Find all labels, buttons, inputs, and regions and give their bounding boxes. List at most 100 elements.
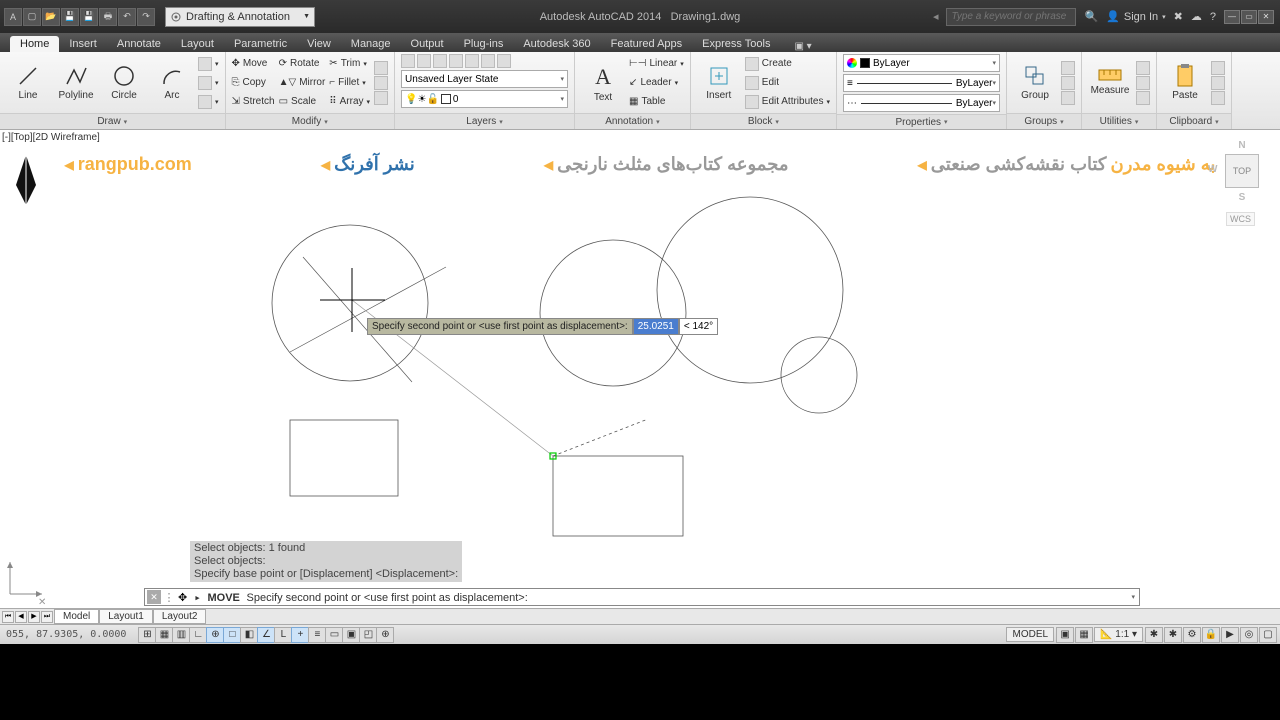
exchange-icon[interactable]: ✖ xyxy=(1174,10,1183,23)
annotation-autoscale-icon[interactable]: ✱ xyxy=(1164,627,1182,643)
tpy-toggle[interactable]: ▭ xyxy=(325,627,343,643)
layer-iso-icon[interactable] xyxy=(417,54,431,68)
drawing-canvas[interactable]: [-][Top][2D Wireframe] ◀rangpub.com ◀نشر… xyxy=(0,130,1280,610)
text-button[interactable]: AText xyxy=(581,55,625,111)
panel-layers-title[interactable]: Layers xyxy=(395,113,574,129)
tab-plugins[interactable]: Plug-ins xyxy=(454,36,514,52)
quickview-drawings-icon[interactable]: ▦ xyxy=(1075,627,1093,643)
move-button[interactable]: ✥Move xyxy=(232,55,275,73)
hardware-accel-icon[interactable]: ▶ xyxy=(1221,627,1239,643)
keyword-search-input[interactable] xyxy=(946,8,1076,26)
qp-toggle[interactable]: ▣ xyxy=(342,627,360,643)
ribbon-toggle-icon[interactable]: ▣ ▾ xyxy=(794,41,811,52)
help-icon[interactable]: ? xyxy=(1210,11,1216,23)
ungroup-icon[interactable] xyxy=(1061,61,1075,75)
leader-button[interactable]: ↙Leader▾ xyxy=(629,74,684,92)
circle-button[interactable]: Circle xyxy=(102,55,146,111)
layer-prop-icon[interactable] xyxy=(401,54,415,68)
cmdline-dropdown-icon[interactable]: ▾ xyxy=(1127,593,1139,601)
panel-modify-title[interactable]: Modify xyxy=(226,113,395,129)
ellipse-icon[interactable] xyxy=(198,95,212,109)
layer-match-icon[interactable] xyxy=(481,54,495,68)
panel-clipboard-title[interactable]: Clipboard xyxy=(1157,113,1231,129)
workspace-switch-icon[interactable]: ⚙ xyxy=(1183,627,1201,643)
mirror-button[interactable]: ▲▽Mirror xyxy=(279,74,326,92)
tab-parametric[interactable]: Parametric xyxy=(224,36,297,52)
dyn-toggle[interactable]: + xyxy=(291,627,309,643)
infer-constraints-toggle[interactable]: ⊞ xyxy=(138,627,156,643)
array-button[interactable]: ⠿Array▾ xyxy=(329,93,370,111)
layer-current-dropdown[interactable]: 💡 ☀ 🔓 0▾ xyxy=(401,90,568,108)
trim-button[interactable]: ✂Trim▾ xyxy=(329,55,370,73)
grid-toggle[interactable]: ▥ xyxy=(172,627,190,643)
new-icon[interactable]: ▢ xyxy=(23,8,41,26)
polyline-button[interactable]: Polyline xyxy=(54,55,98,111)
toolbar-lock-icon[interactable]: 🔒 xyxy=(1202,627,1220,643)
group-select-icon[interactable] xyxy=(1061,91,1075,105)
tab-scroll-left-icon[interactable]: ◀ xyxy=(15,611,27,623)
linetype-dropdown[interactable]: ⋯ByLayer▾ xyxy=(843,94,1000,112)
sc-toggle[interactable]: ◰ xyxy=(359,627,377,643)
print-icon[interactable]: 🖶 xyxy=(99,8,117,26)
tab-layout1[interactable]: Layout1 xyxy=(99,609,153,624)
layer-off-icon[interactable] xyxy=(449,54,463,68)
copy-clip-icon[interactable] xyxy=(1211,76,1225,90)
tab-output[interactable]: Output xyxy=(401,36,454,52)
ucs-delete-icon[interactable]: ✕ xyxy=(38,597,46,608)
edit-attr-button[interactable]: Edit Attributes▾ xyxy=(745,93,830,111)
group-edit-icon[interactable] xyxy=(1061,76,1075,90)
tab-manage[interactable]: Manage xyxy=(341,36,401,52)
search-icon[interactable]: 🔍 xyxy=(1084,10,1098,23)
tab-layout2[interactable]: Layout2 xyxy=(153,609,207,624)
edit-block-button[interactable]: Edit xyxy=(745,74,830,92)
command-line[interactable]: ✕ ⋮ ✥ ▸ MOVE Specify second point or <us… xyxy=(144,588,1140,606)
rectangle-icon[interactable] xyxy=(198,57,212,71)
select-icon[interactable] xyxy=(1136,61,1150,75)
tab-featured-apps[interactable]: Featured Apps xyxy=(601,36,693,52)
snap-toggle[interactable]: ▦ xyxy=(155,627,173,643)
layer-state-dropdown[interactable]: Unsaved Layer State▾ xyxy=(401,70,568,88)
insert-block-button[interactable]: Insert xyxy=(697,55,741,111)
tab-home[interactable]: Home xyxy=(10,36,59,52)
clean-screen-icon[interactable]: ▢ xyxy=(1259,627,1277,643)
quickview-layouts-icon[interactable]: ▣ xyxy=(1056,627,1074,643)
minimize-button[interactable]: — xyxy=(1224,10,1240,24)
polar-toggle[interactable]: ⊕ xyxy=(206,627,224,643)
close-button[interactable]: ✕ xyxy=(1258,10,1274,24)
dyn-angle-input[interactable]: < 142° xyxy=(679,318,718,335)
tab-model[interactable]: Model xyxy=(54,609,99,624)
layer-lock-icon[interactable] xyxy=(465,54,479,68)
erase-icon[interactable] xyxy=(374,61,388,75)
3dosnap-toggle[interactable]: ◧ xyxy=(240,627,258,643)
tab-scroll-right-icon[interactable]: ▶ xyxy=(28,611,40,623)
annotation-scale-button[interactable]: 📐 1:1 ▾ xyxy=(1094,627,1143,642)
app-menu-icon[interactable]: A xyxy=(4,8,22,26)
copy-button[interactable]: ⎘Copy xyxy=(232,74,275,92)
paste-button[interactable]: Paste xyxy=(1163,55,1207,111)
arc-button[interactable]: Arc xyxy=(150,55,194,111)
maximize-button[interactable]: ▭ xyxy=(1241,10,1257,24)
model-space-button[interactable]: MODEL xyxy=(1006,627,1054,642)
undo-icon[interactable]: ↶ xyxy=(118,8,136,26)
open-icon[interactable]: 📂 xyxy=(42,8,60,26)
rotate-button[interactable]: ⟳Rotate xyxy=(279,55,326,73)
measure-button[interactable]: Measure xyxy=(1088,55,1132,111)
panel-utilities-title[interactable]: Utilities xyxy=(1082,113,1156,129)
lineweight-dropdown[interactable]: ≡ByLayer▾ xyxy=(843,74,1000,92)
saveas-icon[interactable]: 💾 xyxy=(80,8,98,26)
explode-icon[interactable] xyxy=(374,76,388,90)
panel-draw-title[interactable]: Draw xyxy=(0,113,225,129)
cmdline-grip-icon[interactable]: ⋮ xyxy=(163,591,175,604)
redo-icon[interactable]: ↷ xyxy=(137,8,155,26)
tab-scroll-end-icon[interactable]: ⏭ xyxy=(41,611,53,623)
annotation-visibility-icon[interactable]: ✱ xyxy=(1145,627,1163,643)
save-icon[interactable]: 💾 xyxy=(61,8,79,26)
tab-express-tools[interactable]: Express Tools xyxy=(692,36,780,52)
tab-autodesk360[interactable]: Autodesk 360 xyxy=(513,36,600,52)
osnap-toggle[interactable]: □ xyxy=(223,627,241,643)
sign-in-button[interactable]: 👤 Sign In▾ xyxy=(1106,10,1165,23)
dyn-distance-input[interactable]: 25.0251 xyxy=(633,318,679,335)
am-toggle[interactable]: ⊕ xyxy=(376,627,394,643)
create-block-button[interactable]: Create xyxy=(745,55,830,73)
lwt-toggle[interactable]: ≡ xyxy=(308,627,326,643)
